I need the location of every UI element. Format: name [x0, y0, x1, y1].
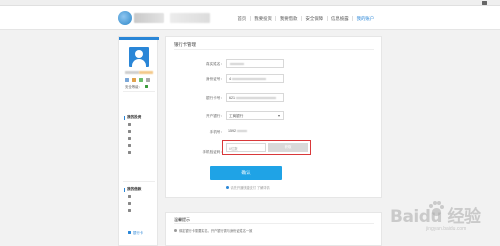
list-icon — [128, 151, 131, 154]
field-label: 手机验证码： — [202, 150, 224, 154]
tips-line: 绑定银行卡需要实名，开户银行需与身份证姓名一致 — [174, 228, 252, 233]
sidebar-item[interactable] — [128, 151, 133, 154]
form-row-phone: 手机号： 1592 — [166, 127, 383, 137]
chevron-down-icon — [278, 115, 280, 117]
card-number-field[interactable]: 621 — [226, 93, 284, 102]
user-icon — [128, 195, 131, 198]
safety-level: 安全等级： — [125, 84, 148, 89]
watermark-text: Baidu 经验 — [390, 207, 481, 227]
id-number-field[interactable]: 4 — [226, 74, 284, 83]
confirm-button[interactable]: 确认 — [210, 166, 282, 180]
form-row-id: 身份证号： 4 — [166, 74, 383, 84]
brand-name-blurred — [134, 13, 164, 23]
sidebar-item[interactable] — [128, 209, 133, 212]
gift-icon — [128, 144, 131, 147]
nav-item-my-account[interactable]: 我的账户 — [352, 15, 378, 21]
bank-select[interactable]: 工商银行 — [226, 111, 284, 120]
card-icon — [128, 231, 131, 234]
nav-item-invest[interactable]: 我要投资 — [249, 15, 276, 21]
sidebar-section-borrow: 我的借款 — [124, 187, 141, 192]
phone-verify-icon[interactable] — [125, 78, 129, 82]
id-verify-icon[interactable] — [132, 78, 136, 82]
user-level-blurred — [139, 71, 153, 74]
form-row-card: 银行卡号： 621 — [166, 93, 383, 103]
account-sidebar: 安全等级： 我的投资 我的借款 银行卡 — [118, 36, 159, 246]
field-label: 手机号： — [209, 130, 224, 134]
site-logo[interactable] — [118, 11, 132, 25]
sidebar-item[interactable] — [128, 123, 133, 126]
refresh-icon — [128, 137, 131, 140]
document-icon — [128, 202, 131, 205]
sidebar-item[interactable] — [128, 195, 133, 198]
sidebar-item[interactable] — [128, 144, 133, 147]
sidebar-accent-bar — [119, 37, 159, 40]
sidebar-section-invest: 我的投资 — [124, 115, 141, 120]
phone-field[interactable]: 1592 — [226, 127, 284, 136]
get-vcode-button[interactable]: 获取 — [268, 143, 308, 152]
user-icon — [135, 50, 143, 58]
verification-icons — [125, 78, 150, 82]
email-verify-icon[interactable] — [139, 78, 143, 82]
form-row-name: 真实姓名： — [166, 59, 383, 69]
quick-pay-note[interactable]: 请先开通快捷支付 了解详情 — [226, 185, 270, 190]
field-label: 真实姓名： — [206, 62, 224, 66]
sidebar-item-bank-card[interactable]: 银行卡 — [128, 230, 143, 235]
field-label: 身份证号： — [206, 77, 224, 81]
site-header: 首页 我要投资 我要借款 安全保障 信息披露 我的账户 — [0, 6, 500, 30]
page-title: 银行卡管理 — [174, 42, 196, 47]
bullet-icon — [174, 229, 177, 232]
sidebar-item[interactable] — [128, 137, 133, 140]
field-label: 银行卡号： — [206, 96, 224, 100]
main-nav: 首页 我要投资 我要借款 安全保障 信息披露 我的账户 — [234, 6, 378, 30]
field-label: 开户银行： — [206, 114, 224, 118]
chart-icon — [128, 123, 131, 126]
username-blurred — [125, 71, 139, 74]
safety-level-icon — [144, 85, 148, 88]
nav-item-security[interactable]: 安全保障 — [300, 15, 327, 21]
nav-item-home[interactable]: 首页 — [234, 16, 250, 21]
clock-icon — [128, 130, 131, 133]
gear-icon — [128, 209, 131, 212]
avatar[interactable] — [129, 47, 149, 67]
vcode-input[interactable]: 6位数 — [226, 143, 266, 152]
safety-label: 安全等级： — [125, 85, 142, 89]
baidu-jingyan-watermark: Baidu 经验 jingyan.baidu.com — [386, 196, 498, 244]
brand-slogan-blurred — [170, 13, 210, 23]
top-links — [467, 1, 492, 5]
nav-item-borrow[interactable]: 我要借款 — [275, 15, 301, 21]
nav-item-disclosure[interactable]: 信息披露 — [326, 15, 353, 21]
tips-panel: 温馨提示 绑定银行卡需要实名，开户银行需与身份证姓名一致 — [165, 212, 382, 246]
mail-icon[interactable] — [482, 1, 487, 5]
watermark-url: jingyan.baidu.com — [426, 226, 467, 232]
card-verify-icon[interactable] — [146, 78, 150, 82]
sidebar-item[interactable] — [128, 202, 133, 205]
form-row-bank: 开户银行： 工商银行 — [166, 111, 383, 121]
sidebar-item[interactable] — [128, 130, 133, 133]
info-icon — [226, 186, 229, 189]
real-name-field[interactable] — [226, 59, 284, 68]
